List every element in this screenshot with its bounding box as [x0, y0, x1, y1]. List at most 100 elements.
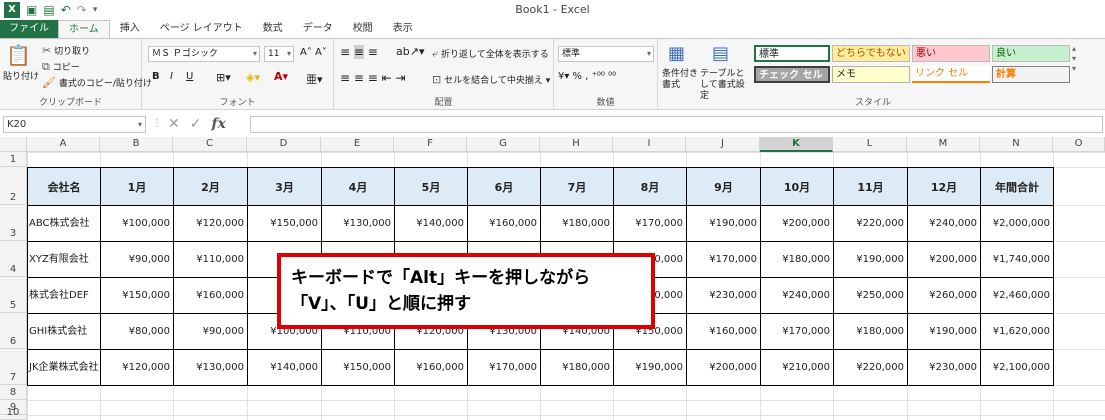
amount-cell[interactable]: ¥250,000	[834, 278, 906, 313]
column-header-j[interactable]: J	[686, 137, 760, 152]
amount-cell[interactable]: ¥170,000	[687, 242, 759, 277]
amount-cell[interactable]: ¥220,000	[834, 350, 906, 385]
insert-function-icon[interactable]: fx	[211, 116, 225, 132]
amount-cell[interactable]: ¥90,000	[101, 242, 172, 277]
table-header-cell[interactable]: 10月	[761, 168, 833, 205]
amount-cell[interactable]: ¥160,000	[395, 350, 466, 385]
merge-center-button[interactable]: ⊡ セルを結合して中央揃え ▾	[432, 73, 550, 86]
tab-view[interactable]: 表示	[383, 20, 423, 38]
amount-cell[interactable]: ¥120,000	[174, 206, 246, 241]
amount-cell[interactable]: ¥100,000	[101, 206, 172, 241]
underline-button[interactable]: U	[186, 71, 193, 82]
amount-cell[interactable]: ¥160,000	[687, 314, 759, 349]
amount-cell[interactable]: ¥110,000	[174, 242, 246, 277]
table-header-cell[interactable]: 3月	[248, 168, 321, 205]
row-header-1[interactable]: 1	[0, 152, 27, 167]
column-header-f[interactable]: F	[394, 137, 467, 152]
select-all-corner[interactable]	[0, 137, 27, 152]
amount-cell[interactable]: ¥240,000	[761, 278, 832, 313]
amount-cell[interactable]: ¥190,000	[614, 350, 685, 385]
amount-cell[interactable]: ¥170,000	[761, 314, 832, 349]
row-header-5[interactable]: 5	[0, 277, 27, 313]
row-header-2[interactable]: 2	[0, 167, 27, 205]
bold-button[interactable]: B	[152, 71, 160, 82]
table-header-cell[interactable]: 5月	[395, 168, 467, 205]
fill-color-icon[interactable]: ◈▾	[246, 71, 260, 84]
table-header-cell[interactable]: 2月	[174, 168, 247, 205]
column-header-l[interactable]: L	[833, 137, 907, 152]
tab-insert[interactable]: 挿入	[110, 20, 150, 38]
amount-cell[interactable]: ¥2,100,000	[981, 350, 1052, 385]
table-header-cell[interactable]: 1月	[101, 168, 173, 205]
amount-cell[interactable]: ¥260,000	[908, 278, 979, 313]
font-color-icon[interactable]: A▾	[274, 70, 288, 83]
table-header-cell[interactable]: 4月	[322, 168, 394, 205]
amount-cell[interactable]: ¥190,000	[687, 206, 759, 241]
column-header-h[interactable]: H	[540, 137, 613, 152]
conditional-format-button[interactable]: 条件付き書式	[662, 69, 698, 91]
column-header-k[interactable]: K	[760, 137, 833, 152]
amount-cell[interactable]: ¥150,000	[322, 350, 393, 385]
amount-cell[interactable]: ¥200,000	[908, 242, 979, 277]
amount-cell[interactable]: ¥90,000	[174, 314, 246, 349]
font-size-combo[interactable]: 11	[264, 46, 294, 62]
style-neutral[interactable]: どちらでもない	[832, 45, 910, 62]
amount-cell[interactable]: ¥180,000	[761, 242, 832, 277]
table-header-cell[interactable]: 9月	[687, 168, 760, 205]
amount-cell[interactable]: ¥130,000	[322, 206, 393, 241]
style-check-cell[interactable]: チェック セル	[754, 66, 830, 83]
tab-home[interactable]: ホーム	[58, 20, 110, 38]
amount-cell[interactable]: ¥230,000	[908, 350, 979, 385]
amount-cell[interactable]: ¥210,000	[761, 350, 832, 385]
font-name-combo[interactable]: ＭＳ Ｐゴシック	[148, 46, 260, 62]
amount-cell[interactable]: ¥200,000	[687, 350, 759, 385]
amount-cell[interactable]: ¥120,000	[101, 350, 172, 385]
style-linked-cell[interactable]: リンク セル	[912, 66, 990, 83]
orientation-icon[interactable]: ab↗▾	[396, 45, 424, 58]
column-header-o[interactable]: O	[1053, 137, 1105, 152]
amount-cell[interactable]: ¥130,000	[174, 350, 246, 385]
amount-cell[interactable]: ¥190,000	[834, 242, 906, 277]
border-icon[interactable]: ⊞▾	[216, 71, 231, 84]
cut-button[interactable]: ✂ 切り取り	[42, 44, 90, 57]
paste-icon[interactable]: 📋	[6, 43, 31, 67]
amount-cell[interactable]: ¥240,000	[908, 206, 979, 241]
table-header-cell[interactable]: 11月	[834, 168, 907, 205]
amount-cell[interactable]: ¥180,000	[834, 314, 906, 349]
tab-page-layout[interactable]: ページ レイアウト	[150, 20, 253, 38]
align-left-icon[interactable]: ≡ ≡ ≡ ⇤ ⇥	[340, 71, 406, 85]
row-header-8[interactable]: 8	[0, 385, 27, 400]
align-top-icon[interactable]: ≡ ≡ ≡	[340, 45, 378, 59]
cancel-icon[interactable]: ✕	[168, 116, 180, 132]
column-header-m[interactable]: M	[907, 137, 980, 152]
table-header-cell[interactable]: 7月	[541, 168, 613, 205]
formula-input[interactable]	[250, 116, 1103, 133]
amount-cell[interactable]: ¥1,740,000	[981, 242, 1052, 277]
phonetic-icon[interactable]: 亜▾	[306, 71, 323, 87]
table-header-cell[interactable]: 6月	[468, 168, 540, 205]
column-header-i[interactable]: I	[613, 137, 686, 152]
style-bad[interactable]: 悪い	[912, 45, 990, 62]
amount-cell[interactable]: ¥2,000,000	[981, 206, 1052, 241]
style-normal[interactable]: 標準	[754, 45, 830, 62]
amount-cell[interactable]: ¥160,000	[468, 206, 539, 241]
name-box[interactable]: K20	[3, 116, 146, 133]
row-header-3[interactable]: 3	[0, 205, 27, 241]
amount-cell[interactable]: ¥1,620,000	[981, 314, 1052, 349]
row-header-7[interactable]: 7	[0, 349, 27, 385]
wrap-text-button[interactable]: ⤶ 折り返して全体を表示する	[432, 47, 549, 61]
company-name-cell[interactable]: JK企業株式会社	[28, 350, 99, 385]
increase-font-icon[interactable]: A˄ A˅	[300, 47, 327, 58]
table-header-cell[interactable]: 8月	[614, 168, 686, 205]
amount-cell[interactable]: ¥180,000	[541, 350, 612, 385]
tab-review[interactable]: 校閲	[343, 20, 383, 38]
company-name-cell[interactable]: ABC株式会社	[28, 206, 99, 241]
column-header-n[interactable]: N	[980, 137, 1053, 152]
tab-data[interactable]: データ	[293, 20, 343, 38]
enter-icon[interactable]: ✓	[190, 116, 202, 132]
column-header-c[interactable]: C	[173, 137, 247, 152]
copy-button[interactable]: ⧉ コピー	[42, 60, 80, 74]
company-name-cell[interactable]: XYZ有限会社	[28, 242, 99, 277]
amount-cell[interactable]: ¥140,000	[248, 350, 320, 385]
format-painter-button[interactable]: 🖌 書式のコピー/貼り付け	[42, 76, 152, 89]
